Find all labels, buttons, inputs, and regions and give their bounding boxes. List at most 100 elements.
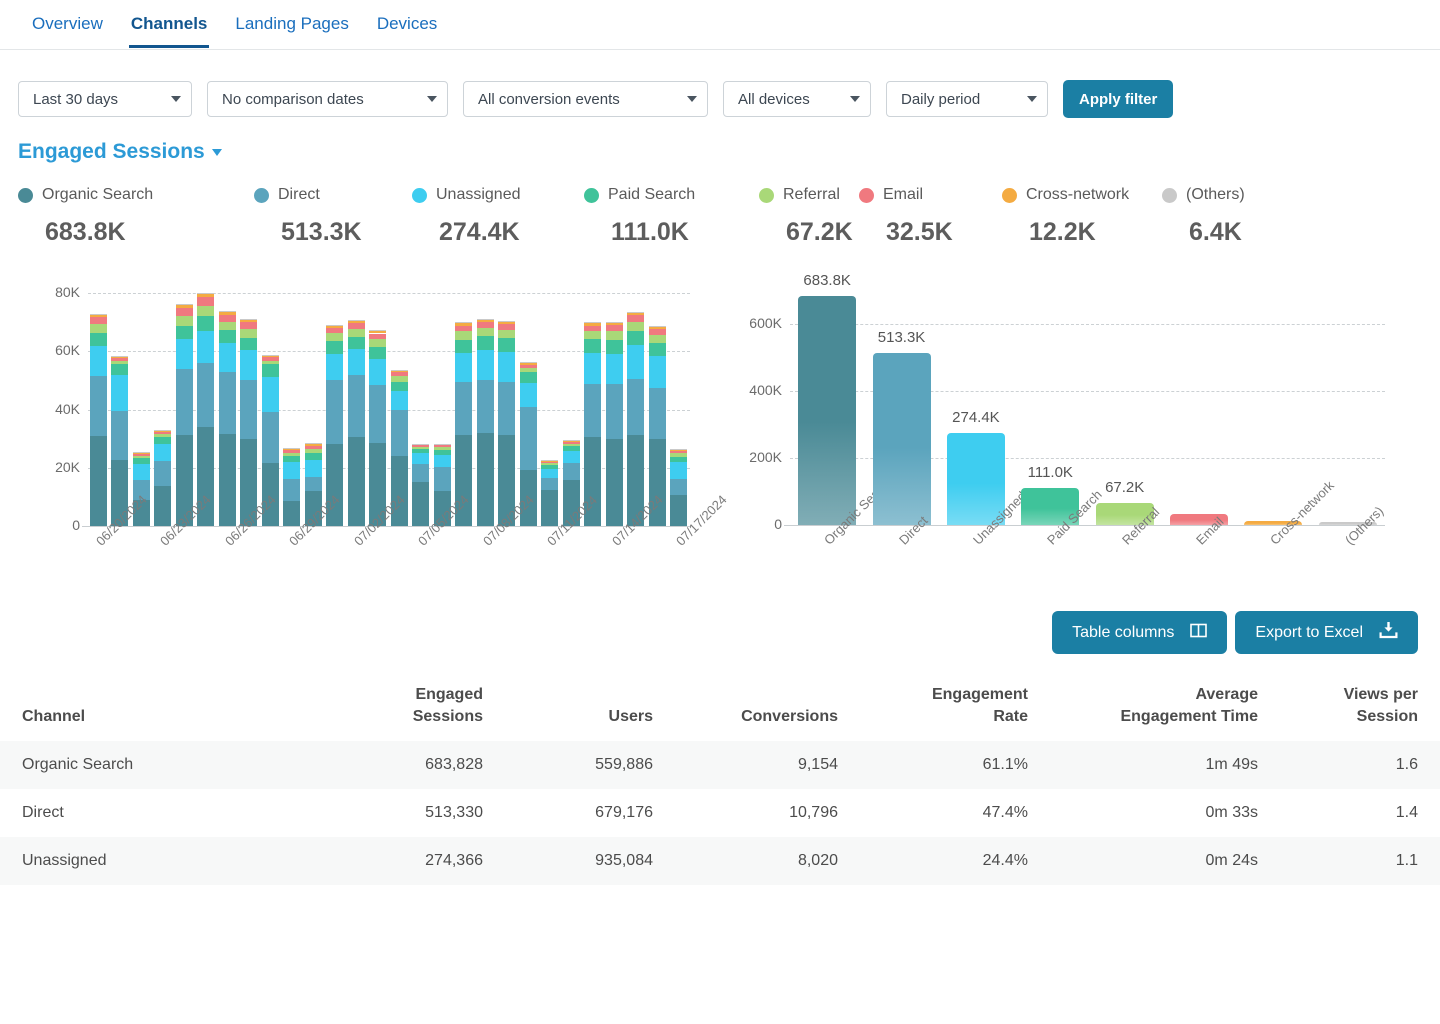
th-engagement-rate[interactable]: Engagement Rate (860, 676, 1050, 741)
channel-totals-chart[interactable]: 0 200K 400K 600K 683.8K Organic Search 513.3K D… (720, 272, 1440, 603)
bar-segment (369, 331, 386, 334)
bar-segment (304, 443, 322, 446)
legend-item[interactable]: Paid Search 111.0K (584, 184, 759, 247)
bar-segment (240, 319, 257, 322)
stacked-bar[interactable] (240, 318, 257, 526)
table-cell: 1.6 (1395, 756, 1418, 774)
conversion-events-value: All conversion events (478, 90, 620, 108)
legend-item[interactable]: (Others) 6.4K (1162, 184, 1282, 247)
stacked-bar[interactable] (498, 321, 515, 526)
th-average-engagement-time[interactable]: Average Engagement Time (1050, 676, 1280, 741)
th-engaged-sessions[interactable]: Engaged Sessions (320, 676, 505, 741)
devices-select[interactable]: All devices (723, 81, 871, 117)
tab-devices[interactable]: Devices (363, 0, 451, 47)
date-range-select[interactable]: Last 30 days (18, 81, 192, 117)
table-row[interactable]: Unassigned 274,366 935,084 8,020 24.4% 0m 24s… (0, 837, 1440, 886)
bar-segment (412, 443, 429, 446)
stacked-bar[interactable] (670, 449, 687, 526)
y-axis-tick-label: 200K (749, 449, 782, 466)
stacked-bar[interactable] (283, 447, 300, 526)
bar-segment (283, 450, 300, 453)
legend-item-head: (Others) (1162, 184, 1282, 206)
stacked-bar[interactable] (605, 322, 623, 526)
legend-item-head: Organic Search (18, 184, 254, 206)
bar-segment (390, 371, 408, 377)
bar-segment (283, 448, 300, 450)
devices-value: All devices (738, 90, 810, 108)
export-excel-label: Export to Excel (1255, 623, 1363, 641)
bar-segment (197, 297, 214, 307)
comparison-select[interactable]: No comparison dates (207, 81, 448, 117)
bar-segment (498, 382, 515, 435)
stacked-bar[interactable] (541, 460, 558, 526)
bar-segment (390, 376, 408, 382)
bar-segment (154, 430, 171, 433)
legend-color-dot (1002, 187, 1017, 203)
th-conversions[interactable]: Conversions (675, 676, 860, 741)
bar-segment (304, 443, 322, 444)
stacked-bar[interactable] (369, 330, 386, 526)
bar-segment (154, 444, 171, 462)
table-cell: 0m 24s (1205, 852, 1258, 870)
bar-segment (369, 338, 386, 347)
export-to-excel-button[interactable]: Export to Excel (1235, 611, 1418, 654)
bar-segment (347, 436, 365, 526)
legend-item[interactable]: Referral 67.2K (759, 184, 859, 247)
bar-segment (519, 367, 537, 372)
bar-segment (347, 328, 365, 337)
legend-item[interactable]: Direct 513.3K (254, 184, 412, 247)
stacked-bar[interactable] (154, 429, 171, 526)
bar-segment (412, 445, 429, 447)
conversion-events-select[interactable]: All conversion events (463, 81, 708, 117)
th-users[interactable]: Users (505, 676, 675, 741)
legend-item[interactable]: Cross-network 12.2K (1002, 184, 1162, 247)
bar-segment (605, 438, 623, 526)
legend-item-value: 32.5K (886, 218, 953, 246)
legend-item-label: Cross-network (1026, 186, 1130, 203)
legend-color-dot (1162, 187, 1177, 203)
bar-segment (261, 376, 279, 412)
stacked-bar[interactable] (89, 313, 107, 526)
legend-item[interactable]: Unassigned 274.4K (412, 184, 584, 247)
bar-segment (89, 375, 107, 437)
table-row[interactable]: Direct 513,330 679,176 10,796 47.4% 0m 33s 1.4 (0, 789, 1440, 837)
bar-segment (562, 442, 580, 444)
stacked-bar[interactable] (627, 311, 644, 526)
bar-segment (455, 322, 472, 324)
legend-item[interactable]: Organic Search 683.8K (18, 184, 254, 247)
th-views-per-session[interactable]: Views per Session (1280, 676, 1440, 741)
stacked-bar[interactable] (347, 319, 365, 526)
bar-segment (197, 315, 214, 331)
bar-segment (304, 448, 322, 453)
bar-segment (89, 316, 107, 325)
bar-segment (412, 481, 429, 526)
chevron-down-icon (1027, 96, 1037, 102)
legend-item[interactable]: Email 32.5K (859, 184, 1002, 247)
stacked-bar[interactable] (476, 318, 494, 526)
table-columns-button[interactable]: Table columns (1052, 611, 1228, 654)
channel-bar[interactable] (798, 296, 857, 525)
stacked-bar[interactable] (111, 355, 128, 526)
tab-channels[interactable]: Channels (117, 0, 222, 48)
stacked-bar[interactable] (218, 311, 236, 526)
legend-item-label: Paid Search (608, 186, 696, 203)
bar-segment (605, 384, 623, 439)
bar-segment (197, 306, 214, 316)
apply-filter-button[interactable]: Apply filter (1063, 80, 1174, 118)
tab-landing-pages[interactable]: Landing Pages (221, 0, 362, 47)
th-channel[interactable]: Channel (0, 676, 320, 741)
stacked-daily-chart[interactable]: 0 20K 40K 60K 80K 06/20/2024 06/23/2024 06/26/2… (0, 273, 730, 603)
tab-overview[interactable]: Overview (18, 0, 117, 47)
table-row[interactable]: Organic Search 683,828 559,886 9,154 61.1% 1m… (0, 741, 1440, 790)
bar-data-label: 67.2K (1105, 478, 1145, 496)
channel-bar[interactable] (872, 353, 931, 525)
stacked-bar[interactable] (197, 293, 214, 526)
stacked-bar[interactable] (175, 304, 193, 526)
bar-segment (132, 452, 150, 453)
stacked-bar[interactable] (412, 443, 429, 526)
bar-segment (498, 322, 515, 325)
legend-item-label: Direct (278, 186, 320, 203)
metric-selector[interactable]: Engaged Sessions (18, 140, 222, 164)
period-select[interactable]: Daily period (886, 81, 1048, 117)
bar-segment (283, 462, 300, 479)
